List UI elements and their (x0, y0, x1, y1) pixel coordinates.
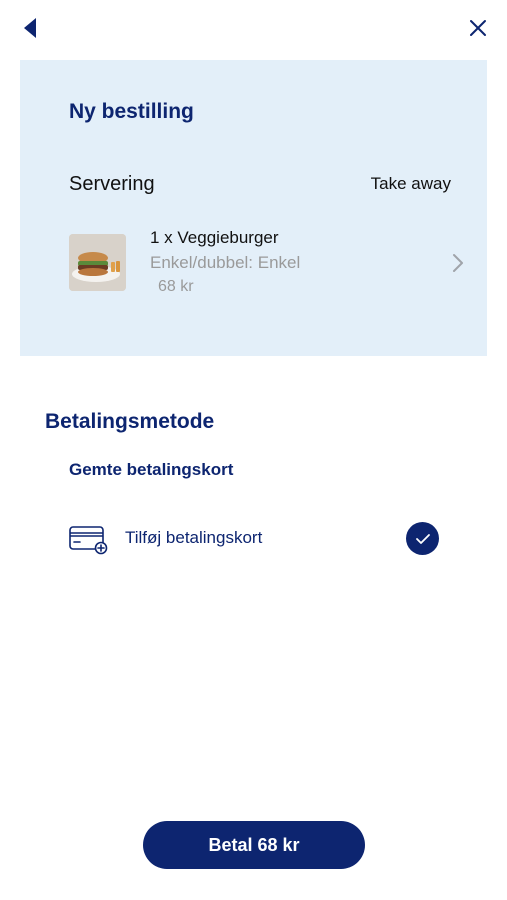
pay-button[interactable]: Betal 68 kr (143, 821, 365, 869)
order-item-row[interactable]: 1 x Veggieburger Enkel/dubbel: Enkel 68 … (69, 226, 463, 302)
item-price: 68 kr (158, 278, 194, 295)
payment-method-heading: Betalingsmetode (45, 410, 215, 433)
saved-cards-heading: Gemte betalingskort (69, 460, 234, 479)
veggieburger-photo (69, 234, 126, 291)
checkmark-icon (415, 533, 430, 544)
item-name: 1 x Veggieburger (150, 228, 279, 247)
item-option: Enkel/dubbel: Enkel (150, 253, 301, 272)
serving-value: Take away (370, 174, 451, 193)
back-triangle-icon (24, 18, 36, 38)
serving-label: Servering (69, 173, 155, 195)
order-summary-card: Ny bestilling Servering Take away 1 x Ve… (20, 60, 487, 356)
selected-check-badge (406, 522, 439, 555)
close-icon (470, 20, 486, 36)
credit-card-add-icon (69, 526, 108, 555)
close-button[interactable] (465, 14, 491, 42)
add-payment-card-option[interactable]: Tilføj betalingskort (69, 517, 439, 561)
checkout-screen: Ny bestilling Servering Take away 1 x Ve… (0, 0, 507, 900)
chevron-right-icon (453, 254, 463, 272)
order-title: Ny bestilling (69, 100, 194, 123)
back-button[interactable] (18, 14, 42, 42)
add-card-label: Tilføj betalingskort (125, 528, 263, 547)
